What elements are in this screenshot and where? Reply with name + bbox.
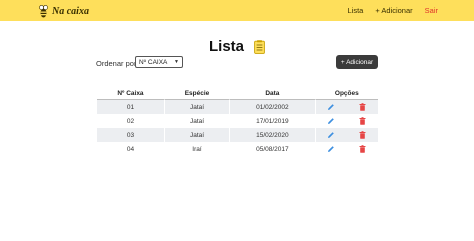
pencil-icon[interactable] [327, 103, 335, 111]
cell-date: 05/08/2017 [229, 142, 315, 156]
notepad-icon [254, 39, 265, 54]
cell-species: Iraí [163, 142, 229, 156]
trash-icon[interactable] [359, 103, 366, 111]
column-header-date: Data [229, 88, 315, 100]
table-header-row: Nº Caixa Espécie Data Opções [97, 88, 378, 100]
cell-options [314, 142, 378, 156]
column-header-box: Nº Caixa [97, 88, 164, 100]
table-row: 04 Iraí 05/08/2017 [97, 142, 378, 156]
cell-box: 04 [126, 145, 135, 153]
nav-link-logout[interactable]: Sair [425, 6, 438, 15]
cell-date: 01/02/2002 [229, 100, 315, 114]
pencil-icon[interactable] [327, 131, 335, 139]
chevron-down-icon: ▼ [174, 59, 179, 65]
pencil-icon[interactable] [327, 117, 335, 125]
cell-box: 01 [97, 100, 164, 114]
cell-box: 03 [97, 128, 164, 142]
cell-options [314, 100, 378, 114]
trash-icon[interactable] [359, 145, 366, 153]
cell-species: Jataí [163, 100, 230, 114]
navbar: Na caixa Lista + Adicionar Sair [0, 0, 474, 21]
bee-icon [39, 4, 48, 17]
add-button[interactable]: + Adicionar [336, 55, 378, 69]
table-row: 03 Jataí 15/02/2020 [97, 128, 378, 142]
nav-link-add[interactable]: + Adicionar [375, 6, 412, 15]
nav-link-list[interactable]: Lista [347, 6, 363, 15]
cell-options [314, 128, 378, 142]
sort-selected-value: Nº CAIXA [139, 58, 168, 66]
nav-links: Lista + Adicionar Sair [335, 6, 438, 15]
cell-date: 17/01/2019 [229, 114, 315, 128]
title-row: Lista [0, 38, 474, 55]
brand-name: Na caixa [52, 5, 89, 17]
sort-select[interactable]: Nº CAIXA ▼ [135, 56, 183, 68]
cell-box: 02 [126, 117, 135, 125]
cell-options [314, 114, 378, 128]
cell-species: Jataí [163, 114, 229, 128]
trash-icon[interactable] [359, 117, 366, 125]
sort-label: Ordenar por [96, 59, 137, 68]
cell-date: 15/02/2020 [229, 128, 315, 142]
brand-logo[interactable]: Na caixa [39, 4, 89, 18]
table-row: 02 Jataí 17/01/2019 [97, 114, 378, 128]
boxes-table: Nº Caixa Espécie Data Opções 01 Jataí 01… [97, 88, 378, 156]
table-row: 01 Jataí 01/02/2002 [97, 100, 378, 114]
trash-icon[interactable] [359, 131, 366, 139]
page-title: Lista [208, 38, 244, 55]
column-header-species: Espécie [163, 88, 230, 100]
cell-species: Jataí [163, 128, 230, 142]
column-header-options: Opções [314, 88, 378, 100]
pencil-icon[interactable] [327, 145, 335, 153]
